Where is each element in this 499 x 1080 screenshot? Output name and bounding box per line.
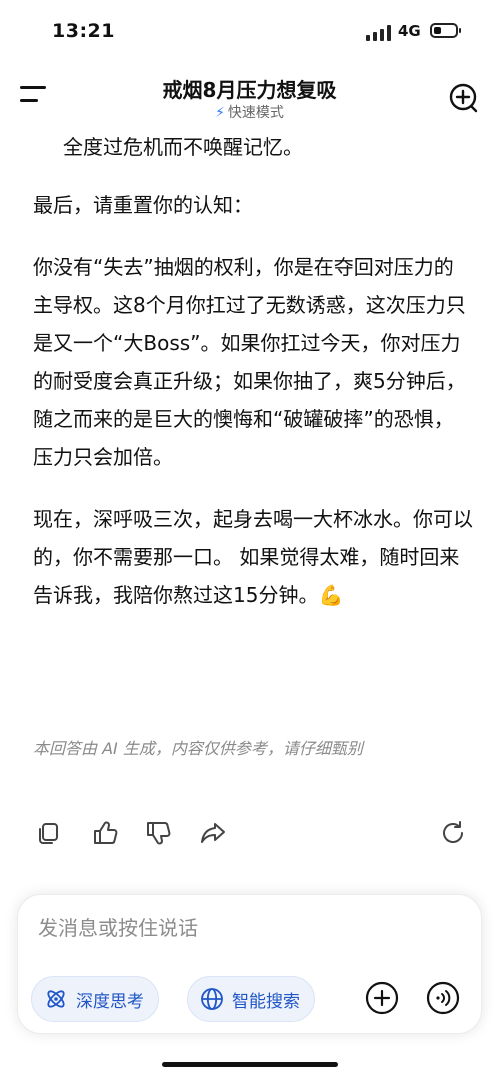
ai-disclaimer: 本回答由 AI 生成，内容仅供参考，请仔细甄别 <box>33 739 363 758</box>
assistant-message: 全度过危机而不唤醒记忆。 最后，请重置你的认知： 你没有“失去”抽烟的权利，你是… <box>33 128 473 638</box>
deep-think-button[interactable]: 深度思考 <box>31 976 159 1022</box>
message-paragraph: 现在，深呼吸三次，起身去喝一大杯冰水。你可以的，你不需要那一口。 如果觉得太难，… <box>33 507 473 607</box>
bolt-icon: ⚡ <box>215 105 225 121</box>
signal-icon <box>366 25 391 41</box>
network-type: 4G <box>398 22 421 40</box>
message-paragraph: 你没有“失去”抽烟的权利，你是在夺回对压力的主导权。这8个月你扛过了无数诱惑，这… <box>33 255 466 469</box>
atom-icon <box>47 990 65 1008</box>
deep-think-label: 深度思考 <box>76 991 144 1012</box>
thumbs-up-icon <box>94 821 118 844</box>
copy-icon <box>39 823 58 844</box>
home-indicator <box>162 1062 338 1067</box>
copy-button[interactable] <box>34 818 64 848</box>
status-time: 13:21 <box>52 20 115 42</box>
new-chat-button[interactable] <box>447 80 481 114</box>
message-paragraph: 最后，请重置你的认知： <box>33 193 253 217</box>
voice-call-button[interactable] <box>425 980 461 1016</box>
add-attachment-button[interactable] <box>364 980 400 1016</box>
mode-indicator[interactable]: ⚡ 快速模式 <box>0 102 499 122</box>
page-title[interactable]: 戒烟8月压力想复吸 <box>0 74 499 103</box>
message-input[interactable]: 发消息或按住说话 <box>38 912 198 941</box>
smart-search-label: 智能搜索 <box>232 991 300 1012</box>
thumbs-down-icon <box>147 822 171 845</box>
regenerate-button[interactable] <box>438 818 468 848</box>
message-actions <box>0 818 499 850</box>
globe-icon <box>201 988 223 1010</box>
battery-level <box>434 27 441 34</box>
smart-search-button[interactable]: 智能搜索 <box>187 976 315 1022</box>
share-button[interactable] <box>198 818 228 848</box>
regenerate-icon <box>443 821 463 843</box>
battery-icon <box>430 23 461 38</box>
thumbs-down-button[interactable] <box>143 818 173 848</box>
message-paragraph: 全度过危机而不唤醒记忆。 <box>63 135 303 159</box>
thumbs-up-button[interactable] <box>90 818 120 848</box>
mode-label: 快速模式 <box>227 105 284 121</box>
status-bar: 13:21 4G <box>0 0 499 62</box>
share-icon <box>201 823 225 843</box>
